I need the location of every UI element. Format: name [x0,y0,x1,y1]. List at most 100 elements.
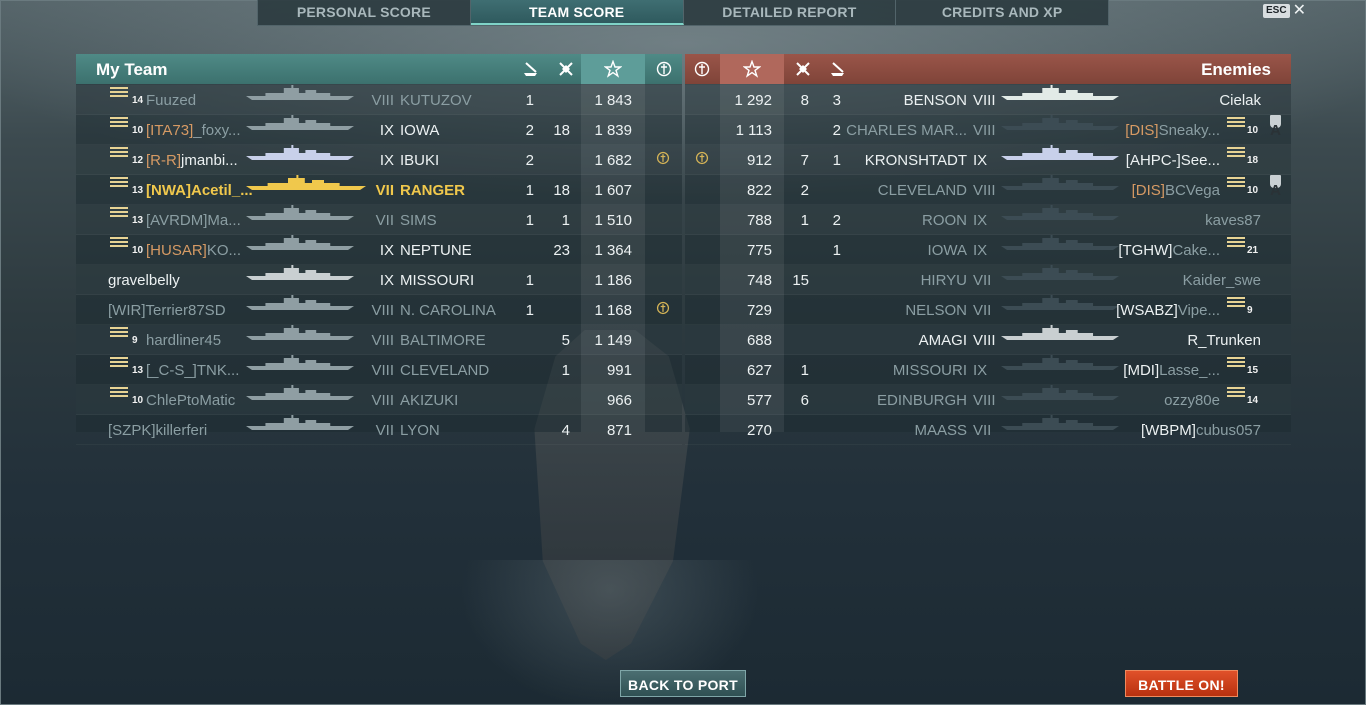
ship-tier: VII [973,272,992,289]
table-row[interactable]: [SZPK]killerferi VII LYON 4 871 [76,415,682,445]
player-name[interactable]: hardliner45 [146,325,221,356]
ship-name: ROON [922,212,967,229]
table-row[interactable]: 577 6 EDINBURGH VIII ozzy80e 14 [685,385,1291,415]
player-name[interactable]: [AVRDM]Ma... [146,205,241,236]
ship-kill-icon[interactable] [518,54,544,84]
table-row[interactable]: 13 [_C-S_]TNK... VIII CLEVELAND 1 991 [76,355,682,385]
table-row[interactable]: 822 2 CLEVELAND VIII [DIS]BCVega 10 A [685,175,1291,205]
player-name[interactable]: ozzy80e [1164,385,1220,416]
player-name[interactable]: [AHPC-]See... [1126,145,1220,176]
player-name[interactable]: [DIS]BCVega [1132,175,1220,206]
star-icon[interactable] [581,54,645,84]
ship-silhouette-icon [1001,415,1119,431]
ship-tier: IX [379,242,394,259]
ship-silhouette-icon [1001,235,1119,251]
table-row[interactable]: 1 292 8 3 BENSON VIII Cielak [685,85,1291,115]
base-xp-score: 871 [606,422,632,439]
player-label: Terrier87SD [145,302,226,319]
clan-tag: [AVRDM] [146,212,208,229]
table-row[interactable]: 10 ChlePtoMatic VIII AKIZUKI 966 [76,385,682,415]
tab-credits-and-xp[interactable]: CREDITS AND XP [896,0,1108,25]
ship-tier: IX [379,272,394,289]
player-name[interactable]: [TGHW]Cake... [1118,235,1220,266]
ship-name: BENSON [903,92,967,109]
ship-silhouette-icon [246,265,354,281]
table-row[interactable]: 775 1 IOWA IX [TGHW]Cake... 21 [685,235,1291,265]
plane-kill-icon[interactable] [790,54,816,84]
player-name[interactable]: [WSABZ]Vipe... [1116,295,1220,326]
ship-silhouette-icon [246,205,354,221]
player-name[interactable]: Kaider_swe [1183,265,1261,296]
player-name[interactable]: Cielak [1219,85,1261,116]
table-row[interactable]: 627 1 MISSOURI IX [MDI]Lasse_... 15 [685,355,1291,385]
ship-tier: VIII [371,392,394,409]
battle-on-button[interactable]: BATTLE ON! [1125,670,1238,697]
table-row[interactable]: 1 113 2 CHARLES MAR... VIII [DIS]Sneaky... 10… [685,115,1291,145]
table-row[interactable]: 729 NELSON VII [WSABZ]Vipe... 9 [685,295,1291,325]
rank-icon [110,205,128,218]
table-row[interactable]: 13 [AVRDM]Ma... VII SIMS 1 1 1 510 [76,205,682,235]
player-label: Cielak [1219,92,1261,109]
player-name[interactable]: gravelbelly [108,265,180,296]
table-row[interactable]: 14 Fuuzed VIII KUTUZOV 1 1 843 [76,85,682,115]
ship-tier: VIII [973,332,996,349]
player-name[interactable]: [WIR]Terrier87SD [108,295,226,326]
clan-tag: [WIR] [108,302,146,319]
table-row[interactable]: 688 AMAGI VIII R_Trunken [685,325,1291,355]
back-to-port-button[interactable]: BACK TO PORT [620,670,746,697]
player-name[interactable]: [WBPM]cubus057 [1141,415,1261,446]
medal-icon[interactable] [689,54,715,84]
ship-name: CLEVELAND [400,362,490,379]
table-row[interactable]: 12 [R-R]jmanbi... IX IBUKI 2 1 682 [76,145,682,175]
player-name[interactable]: R_Trunken [1187,325,1261,356]
medal-icon[interactable] [651,54,677,84]
ships-destroyed: 1 [525,92,534,109]
player-name[interactable]: kaves87 [1205,205,1261,236]
ship-name: KUTUZOV [400,92,472,109]
player-name[interactable]: ChlePtoMatic [146,385,235,416]
table-row[interactable]: 10 [HUSAR]KO... IX NEPTUNE 23 1 364 [76,235,682,265]
table-row[interactable]: 912 7 1 KRONSHTADT IX [AHPC-]See... 18 [685,145,1291,175]
ship-tier: VIII [371,332,394,349]
ship-name: KRONSHTADT [864,152,967,169]
table-row[interactable]: 788 1 2 ROON IX kaves87 [685,205,1291,235]
player-name[interactable]: Fuuzed [146,85,196,116]
player-name[interactable]: [R-R]jmanbi... [146,145,238,176]
division-badge: A [1270,115,1281,139]
table-row[interactable]: 13 [NWA]Acetil_... VII RANGER 1 18 1 607 [76,175,682,205]
player-name[interactable]: [HUSAR]KO... [146,235,241,266]
player-name[interactable]: [NWA]Acetil_... [146,175,253,206]
ship-name: NEPTUNE [400,242,472,259]
clan-tag: [SZPK] [108,422,156,439]
player-label: TNK... [196,362,240,379]
tab-personal-score[interactable]: PERSONAL SCORE [258,0,471,25]
table-row[interactable]: gravelbelly IX MISSOURI 1 1 186 [76,265,682,295]
table-row[interactable]: 270 MAASS VII [WBPM]cubus057 [685,415,1291,445]
rank-icon [1227,235,1245,248]
ship-name: MISSOURI [400,272,475,289]
player-name[interactable]: [DIS]Sneaky... [1125,115,1220,146]
table-row[interactable]: 10 [ITA73]_foxy... IX IOWA 2 18 1 839 [76,115,682,145]
division-badge: A [1270,175,1281,199]
ship-name: HIRYU [920,272,967,289]
ship-kill-icon[interactable] [825,54,851,84]
rank-number: 10 [1247,125,1259,136]
player-name[interactable]: [MDI]Lasse_... [1123,355,1220,386]
star-icon[interactable] [720,54,784,84]
ship-tier: IX [973,242,988,259]
tab-detailed-report[interactable]: DETAILED REPORT [684,0,897,25]
table-row[interactable]: [WIR]Terrier87SD VIII N. CAROLINA 1 1 168 [76,295,682,325]
tab-team-score[interactable]: TEAM SCORE [470,0,684,25]
player-label: R_Trunken [1187,332,1261,349]
table-row[interactable]: 748 15 HIRYU VII Kaider_swe [685,265,1291,295]
player-name[interactable]: [ITA73]_foxy... [146,115,241,146]
table-row[interactable]: 9 hardliner45 VIII BALTIMORE 5 1 149 [76,325,682,355]
ship-name: BALTIMORE [400,332,486,349]
player-name[interactable]: [SZPK]killerferi [108,415,207,446]
plane-kill-icon[interactable] [553,54,579,84]
rank-icon [1227,385,1245,398]
clan-tag: [DIS] [1125,122,1159,139]
close-icon: ✕ [1292,2,1306,19]
close-button[interactable]: ESC ✕ [1263,2,1306,19]
player-name[interactable]: [_C-S_]TNK... [146,355,239,386]
